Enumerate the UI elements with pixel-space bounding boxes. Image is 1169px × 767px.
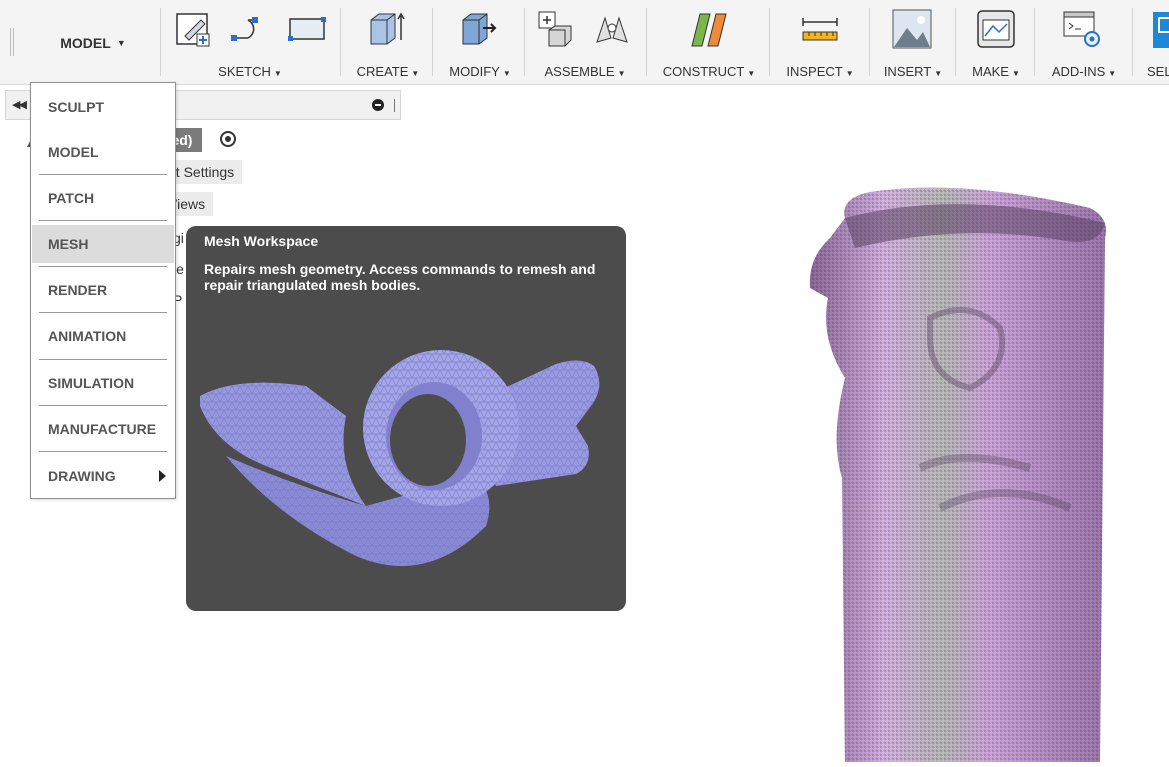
joint-icon[interactable] [591,8,633,50]
mesh-body-viewport[interactable] [800,178,1120,762]
caret-down-icon: ▼ [1108,69,1117,78]
mesh-preview-image [196,346,616,596]
menu-item-manufacture[interactable]: MANUFACTURE [32,410,174,448]
scripts-addins-icon[interactable] [1061,8,1103,50]
offset-plane-icon[interactable] [688,8,730,50]
group-label-add-ins: ADD-INS [1051,64,1106,79]
menu-item-drawing[interactable]: DRAWING [32,457,174,495]
group-label-modify: MODIFY [449,64,500,79]
group-sketch[interactable]: SKETCH ▼ [165,0,335,84]
workspace-tooltip: Mesh Workspace Repairs mesh geometry. Ac… [186,226,626,611]
menu-item-drawing-label: DRAWING [48,468,116,484]
menu-divider [39,359,167,360]
menu-divider [39,266,167,267]
caret-down-icon: ▼ [411,69,420,78]
menu-item-model[interactable]: MODEL [32,133,174,171]
active-radio-icon[interactable] [220,131,236,147]
group-create[interactable]: CREATE ▼ [345,0,431,84]
caret-down-icon: ▼ [273,69,282,78]
measure-icon[interactable] [799,8,841,50]
arc-icon[interactable] [228,8,270,50]
tooltip-description: Repairs mesh geometry. Access commands t… [204,261,596,293]
menu-item-mesh[interactable]: MESH [32,225,174,263]
group-label-select: SEL [1147,64,1169,79]
submenu-arrow-icon [159,470,166,482]
group-label-create: CREATE [356,64,409,79]
caret-down-icon: ▼ [845,69,854,78]
collapse-browser-icon[interactable]: ◀◀ [12,98,27,111]
caret-down-icon: ▼ [747,69,756,78]
group-label-assemble: ASSEMBLE [544,64,615,79]
create-sketch-icon[interactable] [173,8,215,50]
group-insert[interactable]: INSERT ▼ [874,0,952,84]
select-icon[interactable] [1153,8,1169,50]
menu-divider [39,405,167,406]
menu-item-animation[interactable]: ANIMATION [32,317,174,355]
group-modify[interactable]: MODIFY ▼ [437,0,523,84]
menu-item-patch[interactable]: PATCH [32,179,174,217]
menu-divider [39,451,167,452]
rectangle-icon[interactable] [286,8,328,50]
menu-item-render[interactable]: RENDER [32,271,174,309]
workspace-switcher[interactable]: MODEL ▼ [30,20,156,66]
group-inspect[interactable]: INSPECT ▼ [774,0,866,84]
menu-divider [39,174,167,175]
extrude-icon[interactable] [365,8,407,50]
menu-divider [39,312,167,313]
press-pull-icon[interactable] [457,8,499,50]
toolbar: MODEL ▼ SKETCH ▼ CREATE ▼ MODIFY ▼ ASSEM… [0,0,1169,85]
menu-item-sculpt[interactable]: SCULPT [32,88,174,126]
workspace-label: MODEL [60,35,111,51]
new-component-icon[interactable] [535,8,577,50]
caret-down-icon: ▼ [116,38,126,48]
group-construct[interactable]: CONSTRUCT ▼ [651,0,767,84]
group-label-sketch: SKETCH [218,64,271,79]
minimize-icon[interactable] [372,99,384,111]
group-select[interactable]: SEL [1137,0,1169,84]
group-label-make: MAKE [972,64,1009,79]
group-label-insert: INSERT [883,64,932,79]
caret-down-icon: ▼ [502,69,511,78]
group-label-construct: CONSTRUCT [662,64,745,79]
menu-item-simulation[interactable]: SIMULATION [32,364,174,402]
group-add-ins[interactable]: ADD-INS ▼ [1039,0,1129,84]
tooltip-title: Mesh Workspace [204,233,319,249]
group-assemble[interactable]: ASSEMBLE ▼ [529,0,641,84]
group-make[interactable]: MAKE ▼ [960,0,1032,84]
workspace-menu: SCULPT MODEL PATCH MESH RENDER ANIMATION… [30,82,176,499]
group-label-inspect: INSPECT [786,64,843,79]
panel-grip[interactable] [394,99,396,112]
insert-image-icon[interactable] [891,8,933,50]
toolbar-grip[interactable] [10,28,14,56]
caret-down-icon: ▼ [1011,69,1020,78]
caret-down-icon: ▼ [617,69,626,78]
menu-divider [39,220,167,221]
3d-print-icon[interactable] [975,8,1017,50]
caret-down-icon: ▼ [934,69,943,78]
